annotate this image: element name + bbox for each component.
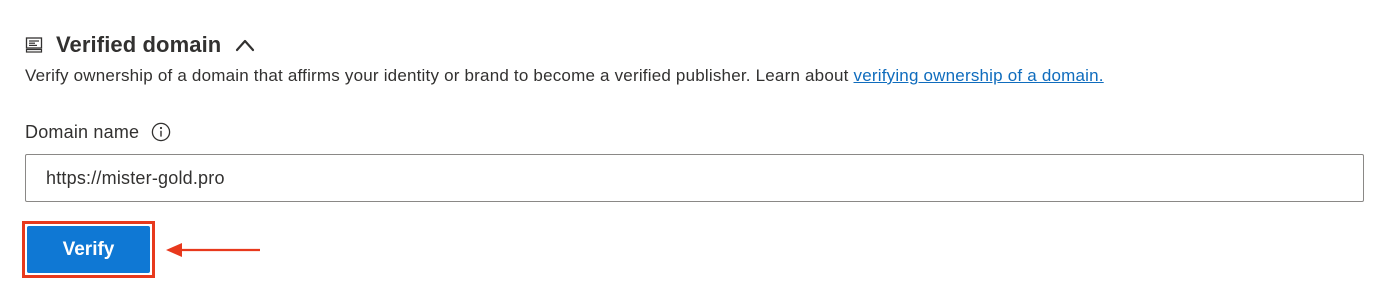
verify-button[interactable]: Verify <box>27 226 150 273</box>
section-title: Verified domain <box>56 32 222 57</box>
section-header: Verified domain <box>25 30 255 60</box>
info-icon[interactable] <box>151 122 171 142</box>
server-icon <box>25 36 43 54</box>
red-arrow-left-icon <box>166 243 260 257</box>
domain-name-label-row: Domain name <box>25 120 171 144</box>
domain-name-label: Domain name <box>25 121 140 142</box>
learn-more-link[interactable]: verifying ownership of a domain. <box>854 66 1104 85</box>
domain-name-input[interactable] <box>25 154 1364 202</box>
section-description: Verify ownership of a domain that affirm… <box>25 66 1104 86</box>
chevron-up-icon[interactable] <box>235 38 255 52</box>
description-text: Verify ownership of a domain that affirm… <box>25 66 854 85</box>
